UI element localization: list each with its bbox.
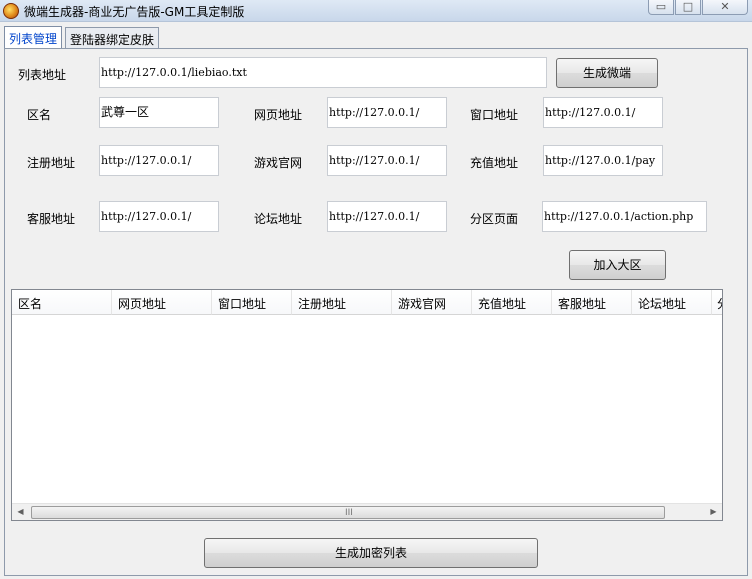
add-zone-button[interactable]: 加入大区 xyxy=(569,250,666,280)
column-header-window[interactable]: 窗口地址 xyxy=(212,290,292,315)
column-header-partition[interactable]: 分 xyxy=(712,290,722,315)
close-button[interactable]: ✕ xyxy=(702,0,748,15)
scrollbar-thumb[interactable]: III xyxy=(31,506,665,519)
column-header-forum[interactable]: 论坛地址 xyxy=(632,290,712,315)
generate-microclient-button[interactable]: 生成微端 xyxy=(556,58,658,88)
tab-list-management[interactable]: 列表管理 xyxy=(4,26,63,49)
official-site-label: 游戏官网 xyxy=(254,156,303,170)
column-header-official-site[interactable]: 游戏官网 xyxy=(392,290,472,315)
maximize-icon: □ xyxy=(682,0,694,13)
service-url-input[interactable]: http://127.0.0.1/ xyxy=(99,201,219,232)
zone-list-table[interactable]: 区名 网页地址 窗口地址 注册地址 游戏官网 充值地址 客服地址 论坛地址 分 … xyxy=(11,289,723,521)
app-gem-icon xyxy=(3,3,19,19)
window-url-input[interactable]: http://127.0.0.1/ xyxy=(543,97,663,128)
column-header-webpage[interactable]: 网页地址 xyxy=(112,290,212,315)
column-header-recharge[interactable]: 充值地址 xyxy=(472,290,552,315)
minimize-icon: ▭ xyxy=(655,0,667,13)
table-header: 区名 网页地址 窗口地址 注册地址 游戏官网 充值地址 客服地址 论坛地址 分 xyxy=(12,290,722,316)
partition-page-input[interactable]: http://127.0.0.1/action.php xyxy=(542,201,707,232)
window-url-label: 窗口地址 xyxy=(470,108,519,122)
tab-launcher-skin[interactable]: 登陆器绑定皮肤 xyxy=(65,27,160,49)
forum-url-input[interactable]: http://127.0.0.1/ xyxy=(327,201,447,232)
list-url-input[interactable]: http://127.0.0.1/liebiao.txt xyxy=(99,57,547,88)
recharge-url-input[interactable]: http://127.0.0.1/pay xyxy=(543,145,663,176)
service-url-label: 客服地址 xyxy=(27,212,76,226)
forum-url-label: 论坛地址 xyxy=(254,212,303,226)
official-site-input[interactable]: http://127.0.0.1/ xyxy=(327,145,447,176)
scroll-right-icon[interactable]: ▶ xyxy=(705,504,722,520)
zone-name-input[interactable]: 武尊一区 xyxy=(99,97,219,128)
horizontal-scrollbar[interactable]: ◀ III ▶ xyxy=(12,503,722,520)
column-header-zone-name[interactable]: 区名 xyxy=(12,290,112,315)
minimize-button[interactable]: ▭ xyxy=(648,0,674,15)
webpage-url-label: 网页地址 xyxy=(254,108,303,122)
list-url-label: 列表地址 xyxy=(18,68,67,82)
column-header-register[interactable]: 注册地址 xyxy=(292,290,392,315)
zone-name-label: 区名 xyxy=(27,108,52,122)
recharge-url-label: 充值地址 xyxy=(470,156,519,170)
webpage-url-input[interactable]: http://127.0.0.1/ xyxy=(327,97,447,128)
close-icon: ✕ xyxy=(720,0,730,13)
window-title: 微端生成器-商业无广告版-GM工具定制版 xyxy=(24,5,245,19)
scrollbar-grip-icon: III xyxy=(345,508,353,518)
partition-page-label: 分区页面 xyxy=(470,212,519,226)
register-url-input[interactable]: http://127.0.0.1/ xyxy=(99,145,219,176)
generate-encrypted-list-button[interactable]: 生成加密列表 xyxy=(204,538,538,568)
register-url-label: 注册地址 xyxy=(27,156,76,170)
scroll-left-icon[interactable]: ◀ xyxy=(12,504,29,520)
maximize-button[interactable]: □ xyxy=(675,0,701,15)
title-bar: 微端生成器-商业无广告版-GM工具定制版 ▭ □ ✕ xyxy=(0,0,752,22)
column-header-service[interactable]: 客服地址 xyxy=(552,290,632,315)
